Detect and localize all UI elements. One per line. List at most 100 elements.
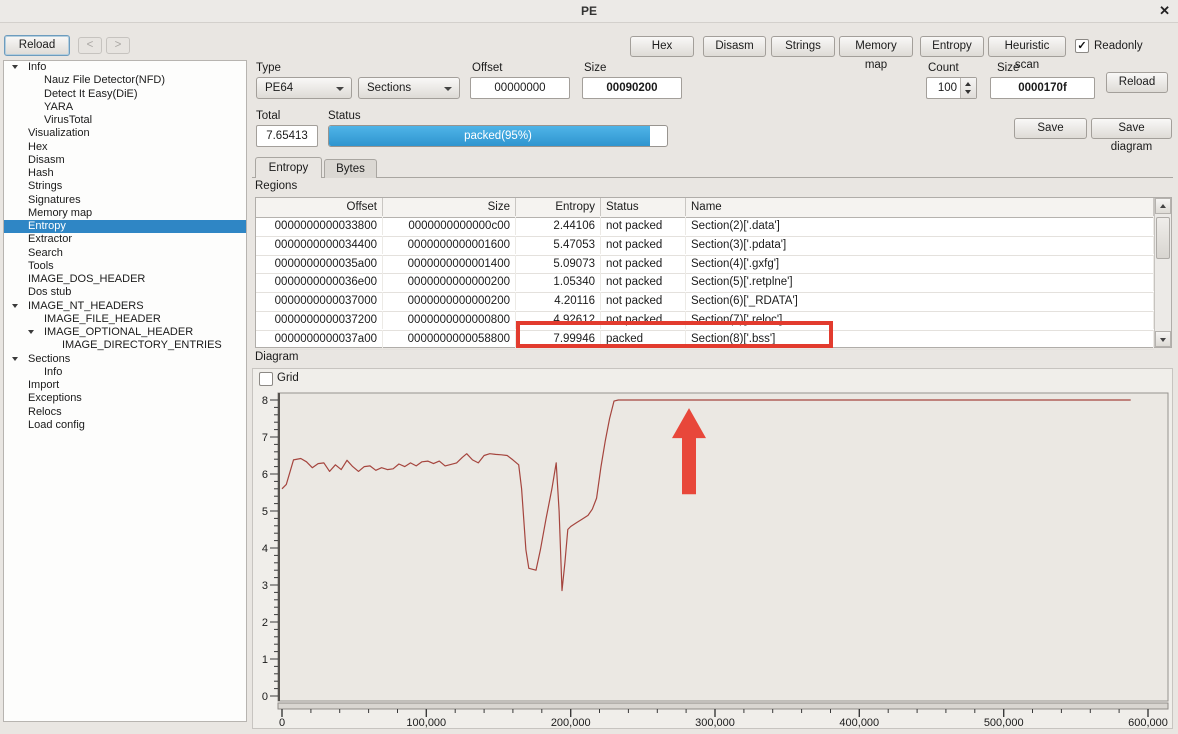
step-up-icon — [965, 82, 971, 86]
navigation-tree: InfoNauz File Detector(NFD)Detect It Eas… — [3, 60, 247, 722]
table-cell: 0000000000000200 — [383, 273, 516, 291]
reload-secondary-button[interactable]: Reload — [1106, 72, 1168, 93]
chevron-down-icon[interactable] — [28, 330, 34, 334]
column-header-status[interactable]: Status — [601, 198, 686, 216]
chevron-down-icon[interactable] — [12, 304, 18, 308]
table-cell: 0000000000037a00 — [256, 330, 383, 348]
table-cell: 4.20116 — [516, 292, 601, 310]
sidebar-item-label: Dos stub — [4, 286, 71, 298]
table-cell: 0000000000034400 — [256, 236, 383, 254]
save-button[interactable]: Save — [1014, 118, 1087, 139]
column-header-name[interactable]: Name — [686, 198, 1154, 216]
mode-select[interactable]: Sections — [358, 77, 460, 99]
type-select[interactable]: PE64 — [256, 77, 352, 99]
offset-field[interactable]: 00000000 — [470, 77, 570, 99]
table-cell: 1.05340 — [516, 273, 601, 291]
sidebar-item-visualization[interactable]: Visualization — [4, 127, 246, 140]
svg-text:300,000: 300,000 — [695, 717, 735, 728]
reload-button[interactable]: Reload — [4, 35, 70, 56]
stepper-buttons[interactable] — [960, 78, 976, 98]
table-row[interactable]: 000000000003440000000000000016005.47053n… — [256, 236, 1154, 256]
sidebar-item-hex[interactable]: Hex — [4, 141, 246, 154]
scroll-down-button[interactable] — [1155, 331, 1171, 347]
tab-entropy[interactable]: Entropy — [255, 157, 322, 178]
column-header-offset[interactable]: Offset — [256, 198, 383, 216]
sidebar-item-detect-it-easy-die[interactable]: Detect It Easy(DiE) — [4, 88, 246, 101]
table-cell: 0000000000035a00 — [256, 255, 383, 273]
sidebar-item-image-file-header[interactable]: IMAGE_FILE_HEADER — [4, 313, 246, 326]
readonly-checkbox[interactable]: ✓ — [1075, 39, 1089, 53]
svg-text:100,000: 100,000 — [406, 717, 446, 728]
sidebar-item-label: Disasm — [4, 154, 65, 166]
back-button[interactable]: < — [78, 37, 102, 54]
sidebar-item-relocs[interactable]: Relocs — [4, 406, 246, 419]
sidebar-item-label: Exceptions — [4, 392, 82, 404]
scroll-thumb[interactable] — [1156, 217, 1170, 259]
sidebar-item-yara[interactable]: YARA — [4, 101, 246, 114]
sidebar-item-virustotal[interactable]: VirusTotal — [4, 114, 246, 127]
forward-button[interactable]: > — [106, 37, 130, 54]
svg-text:0: 0 — [262, 691, 268, 703]
svg-text:6: 6 — [262, 469, 268, 481]
sidebar-item-search[interactable]: Search — [4, 247, 246, 260]
sidebar-item-label: Info — [4, 61, 46, 73]
scroll-up-button[interactable] — [1155, 198, 1171, 214]
memory-map-button[interactable]: Memory map — [839, 36, 913, 57]
size2-field[interactable]: 0000170f — [990, 77, 1095, 99]
chevron-down-icon — [336, 87, 344, 91]
table-row[interactable]: 0000000000036e0000000000000002001.05340n… — [256, 273, 1154, 293]
size-field[interactable]: 00090200 — [582, 77, 682, 99]
svg-text:0: 0 — [279, 717, 285, 728]
sidebar-item-extractor[interactable]: Extractor — [4, 233, 246, 246]
svg-text:8: 8 — [262, 395, 268, 407]
column-header-size[interactable]: Size — [383, 198, 516, 216]
sidebar-item-load-config[interactable]: Load config — [4, 419, 246, 432]
close-icon[interactable]: ✕ — [1159, 3, 1170, 19]
sidebar-item-dos-stub[interactable]: Dos stub — [4, 286, 246, 299]
strings-button[interactable]: Strings — [771, 36, 835, 57]
sidebar-item-image-directory-entries[interactable]: IMAGE_DIRECTORY_ENTRIES — [4, 339, 246, 352]
sidebar-item-sections[interactable]: Sections — [4, 353, 246, 366]
heuristic-scan-button[interactable]: Heuristic scan — [988, 36, 1066, 57]
total-field[interactable]: 7.65413 — [256, 125, 318, 147]
table-cell: 5.47053 — [516, 236, 601, 254]
grid-checkbox[interactable] — [259, 372, 273, 386]
table-cell: 0000000000001600 — [383, 236, 516, 254]
count-stepper[interactable]: 100 — [926, 77, 977, 99]
sidebar-item-tools[interactable]: Tools — [4, 260, 246, 273]
column-header-entropy[interactable]: Entropy — [516, 198, 601, 216]
table-scrollbar[interactable] — [1154, 198, 1171, 347]
table-cell: 2.44106 — [516, 217, 601, 235]
sidebar-item-import[interactable]: Import — [4, 379, 246, 392]
table-cell: 0000000000000800 — [383, 311, 516, 329]
sidebar-item-image-dos-header[interactable]: IMAGE_DOS_HEADER — [4, 273, 246, 286]
table-row[interactable]: 000000000003700000000000000002004.20116n… — [256, 292, 1154, 312]
entropy-chart: 0123456780100,000200,000300,000400,00050… — [252, 368, 1173, 729]
disasm-button[interactable]: Disasm — [703, 36, 766, 57]
table-cell: 0000000000033800 — [256, 217, 383, 235]
tab-bytes[interactable]: Bytes — [324, 159, 377, 178]
table-row[interactable]: 0000000000035a0000000000000014005.09073n… — [256, 255, 1154, 275]
chevron-down-icon[interactable] — [12, 357, 18, 361]
sidebar-item-exceptions[interactable]: Exceptions — [4, 392, 246, 405]
sidebar-item-disasm[interactable]: Disasm — [4, 154, 246, 167]
chevron-down-icon[interactable] — [12, 65, 18, 69]
arrow-up-icon — [1160, 204, 1166, 208]
sidebar-item-memory-map[interactable]: Memory map — [4, 207, 246, 220]
sidebar-item-nauz-file-detector-nfd[interactable]: Nauz File Detector(NFD) — [4, 74, 246, 87]
sidebar-item-image-optional-header[interactable]: IMAGE_OPTIONAL_HEADER — [4, 326, 246, 339]
table-cell: not packed — [601, 236, 686, 254]
hex-button[interactable]: Hex — [630, 36, 694, 57]
table-row[interactable]: 00000000000338000000000000000c002.44106n… — [256, 217, 1154, 237]
entropy-button[interactable]: Entropy — [920, 36, 984, 57]
sidebar-item-info[interactable]: Info — [4, 61, 246, 74]
sidebar-item-label: Strings — [4, 180, 62, 192]
sidebar-item-strings[interactable]: Strings — [4, 180, 246, 193]
sidebar-item-image-nt-headers[interactable]: IMAGE_NT_HEADERS — [4, 300, 246, 313]
sidebar-item-signatures[interactable]: Signatures — [4, 194, 246, 207]
sidebar-item-hash[interactable]: Hash — [4, 167, 246, 180]
save-diagram-button[interactable]: Save diagram — [1091, 118, 1172, 139]
sidebar-item-label: Detect It Easy(DiE) — [4, 88, 138, 100]
sidebar-item-info[interactable]: Info — [4, 366, 246, 379]
sidebar-item-entropy[interactable]: Entropy — [4, 220, 246, 233]
